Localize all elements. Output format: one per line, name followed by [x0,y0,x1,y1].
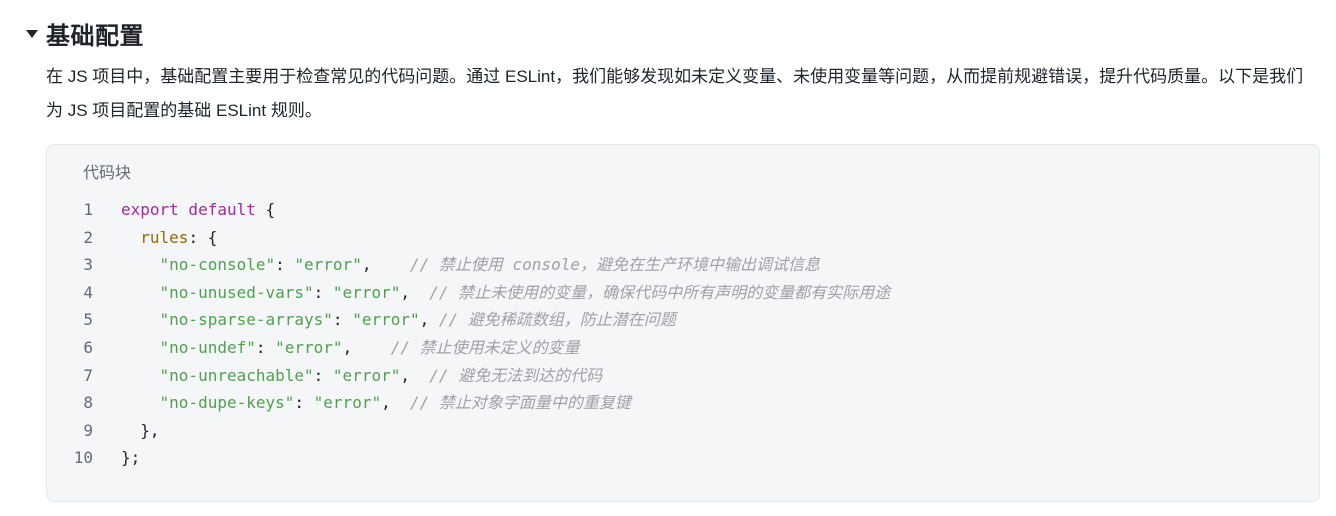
code-punctuation: , [400,282,430,302]
code-punctuation: : [275,255,295,275]
code-punctuation: : [255,337,276,357]
code-comment: // 禁止对象字面量中的重复键 [410,393,631,413]
code-punctuation: }; [121,448,141,468]
code-line: 10 }; [47,444,1319,472]
code-string-value: "error" [294,255,362,275]
code-punctuation: , [342,337,391,357]
code-block: 代码块 1 export default { 2 rules: { 3 "no-… [46,144,1320,502]
code-string-value: "error" [332,365,401,385]
code-punctuation: , [361,255,410,275]
line-number: 10 [73,448,93,468]
collapse-caret-icon[interactable] [26,30,38,38]
code-comment: // 避免无法到达的代码 [429,365,603,385]
code-punctuation: , [419,310,439,330]
code-content: "no-console": "error", // 禁止使用 console，避… [93,251,820,279]
code-string-key: "no-console" [159,255,276,275]
code-content: }, [93,417,160,445]
code-content: rules: { [93,224,217,252]
code-line: 9 }, [47,417,1319,445]
line-number: 5 [83,310,93,330]
code-comment: // 禁止使用 console，避免在生产环境中输出调试信息 [410,255,820,275]
code-string-key: "no-unreachable" [159,365,314,385]
code-string-key: "no-undef" [159,337,256,357]
code-punctuation: { [255,200,276,219]
code-content: "no-unused-vars": "error", // 禁止未使用的变量，确… [93,279,891,307]
code-comment: // 禁止未使用的变量，确保代码中所有声明的变量都有实际用途 [429,282,891,302]
code-content: "no-undef": "error", // 禁止使用未定义的变量 [93,334,580,362]
section-title: 基础配置 [46,22,144,50]
line-number: 7 [83,365,93,385]
code-lines: 1 export default { 2 rules: { 3 "no-cons… [47,196,1319,472]
line-number: 4 [83,282,93,302]
code-line: 5 "no-sparse-arrays": "error", // 避免稀疏数组… [47,306,1319,334]
code-line: 8 "no-dupe-keys": "error", // 禁止对象字面量中的重… [47,389,1319,417]
code-content: }; [93,444,140,472]
line-number: 1 [83,200,93,219]
intro-paragraph: 在 JS 项目中，基础配置主要用于检查常见的代码问题。通过 ESLint，我们能… [46,67,1304,120]
section-header[interactable]: 基础配置 [26,14,144,52]
code-punctuation: : { [188,227,218,247]
code-string-value: "error" [352,310,420,330]
code-line: 6 "no-undef": "error", // 禁止使用未定义的变量 [47,334,1319,362]
code-comment: // 禁止使用未定义的变量 [390,337,580,357]
code-block-label: 代码块 [83,165,132,182]
code-content: "no-sparse-arrays": "error", // 避免稀疏数组，防… [93,306,676,334]
code-string-key: "no-sparse-arrays" [159,310,333,330]
code-punctuation: , [381,393,410,413]
code-line: 7 "no-unreachable": "error", // 避免无法到达的代… [47,362,1319,390]
code-keyword: export default [121,200,256,219]
code-content: "no-dupe-keys": "error", // 禁止对象字面量中的重复键 [93,389,631,417]
code-string-value: "error" [313,393,382,413]
code-content: export default { [93,196,275,224]
code-punctuation: : [313,282,333,302]
code-string-value: "error" [332,282,401,302]
code-content: "no-unreachable": "error", // 避免无法到达的代码 [93,362,603,390]
code-punctuation: : [313,365,333,385]
code-line: 4 "no-unused-vars": "error", // 禁止未使用的变量… [47,279,1319,307]
code-line: 3 "no-console": "error", // 禁止使用 console… [47,251,1319,279]
code-line: 1 export default { [47,196,1319,224]
code-punctuation: }, [140,420,160,440]
code-string-key: "no-unused-vars" [159,282,314,302]
line-number: 3 [83,255,93,275]
code-string-value: "error" [275,337,343,357]
code-comment: // 避免稀疏数组，防止潜在问题 [438,310,676,330]
line-number: 9 [83,420,93,440]
code-string-key: "no-dupe-keys" [159,393,295,413]
line-number: 2 [83,227,93,247]
code-line: 2 rules: { [47,224,1319,252]
code-property: rules [140,227,189,247]
code-punctuation: : [294,393,314,413]
code-punctuation: : [332,310,353,330]
line-number: 8 [83,393,93,413]
code-punctuation: , [400,365,430,385]
line-number: 6 [83,337,93,357]
